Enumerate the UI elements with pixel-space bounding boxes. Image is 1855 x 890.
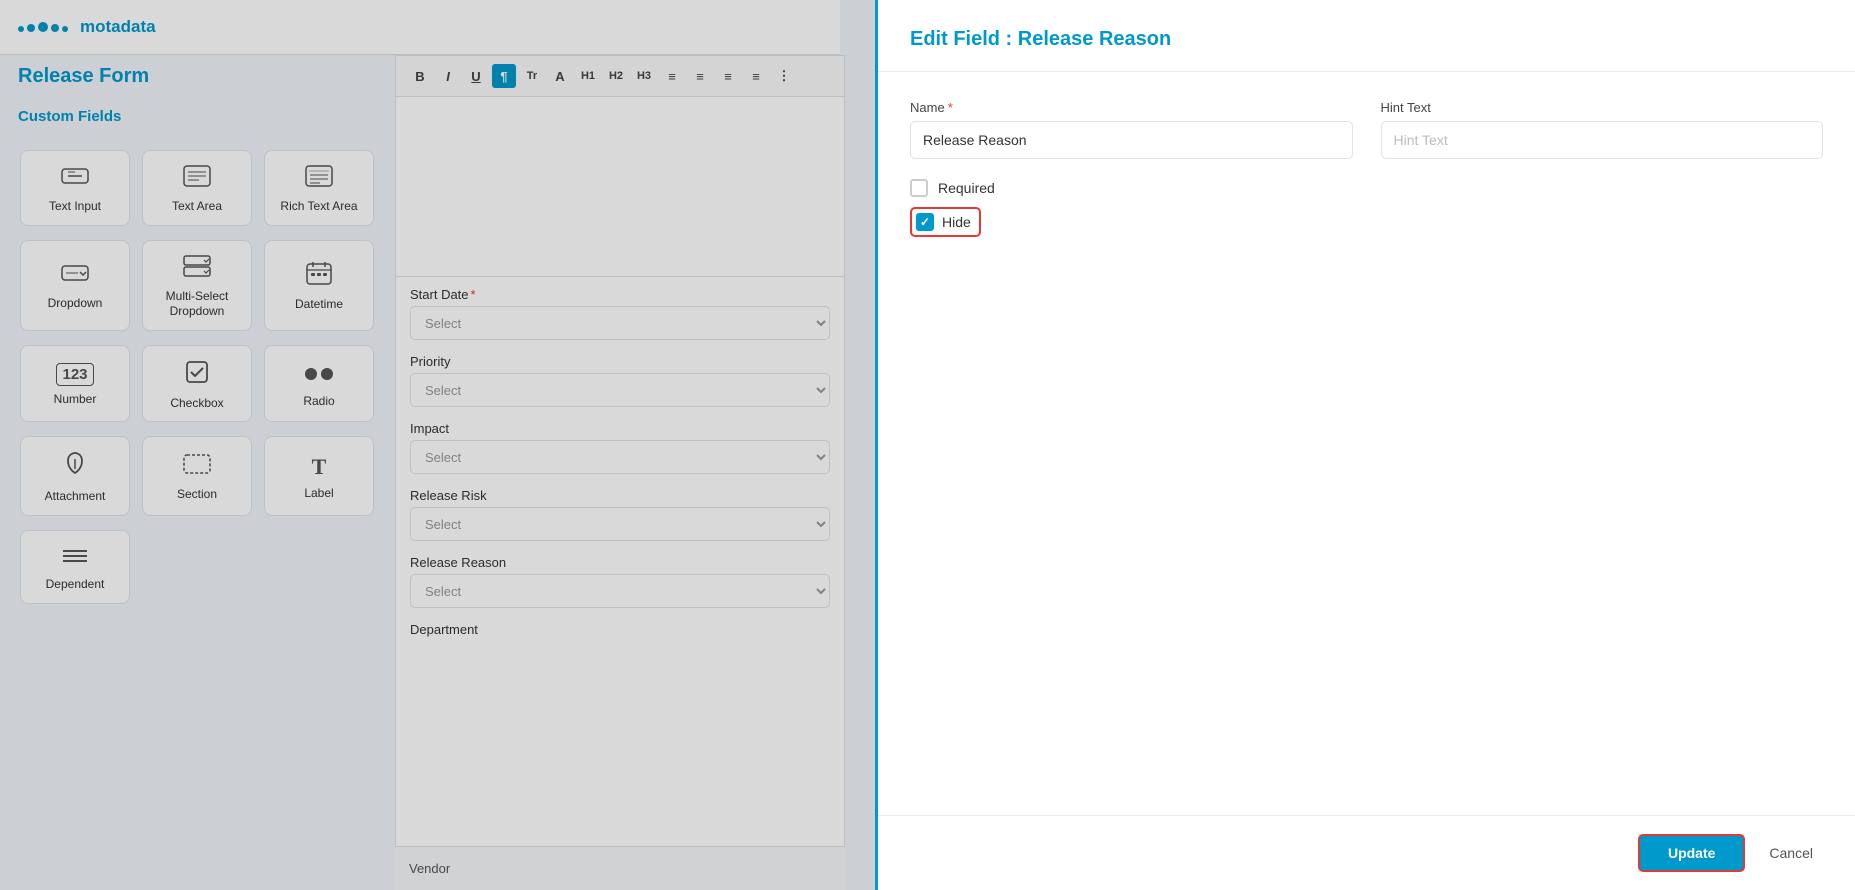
- modal-hint-field: Hint Text: [1381, 100, 1824, 159]
- hide-checkbox-label: Hide: [942, 214, 971, 230]
- modal-hint-input[interactable]: [1381, 121, 1824, 159]
- required-checkbox-label: Required: [938, 180, 995, 196]
- modal-name-field: Name *: [910, 100, 1353, 159]
- modal-body: Name * Hint Text Required Hide: [878, 72, 1855, 815]
- modal-name-hint-row: Name * Hint Text: [910, 100, 1823, 159]
- hide-checkbox[interactable]: [916, 213, 934, 231]
- modal-title: Edit Field : Release Reason: [910, 28, 1823, 51]
- cancel-button[interactable]: Cancel: [1759, 836, 1823, 870]
- hide-checkbox-wrapper: Hide: [910, 207, 981, 237]
- modal-header: Edit Field : Release Reason: [878, 0, 1855, 72]
- update-button[interactable]: Update: [1638, 834, 1745, 872]
- modal-name-label: Name: [910, 100, 945, 115]
- edit-field-modal: Edit Field : Release Reason Name * Hint …: [875, 0, 1855, 890]
- required-checkbox-row: Required: [910, 179, 1823, 197]
- hide-checkbox-row: Hide: [910, 207, 1823, 237]
- required-checkbox[interactable]: [910, 179, 928, 197]
- modal-footer: Update Cancel: [878, 815, 1855, 890]
- modal-hint-label: Hint Text: [1381, 100, 1431, 115]
- modal-name-input[interactable]: [910, 121, 1353, 159]
- modal-name-required-star: *: [948, 100, 953, 115]
